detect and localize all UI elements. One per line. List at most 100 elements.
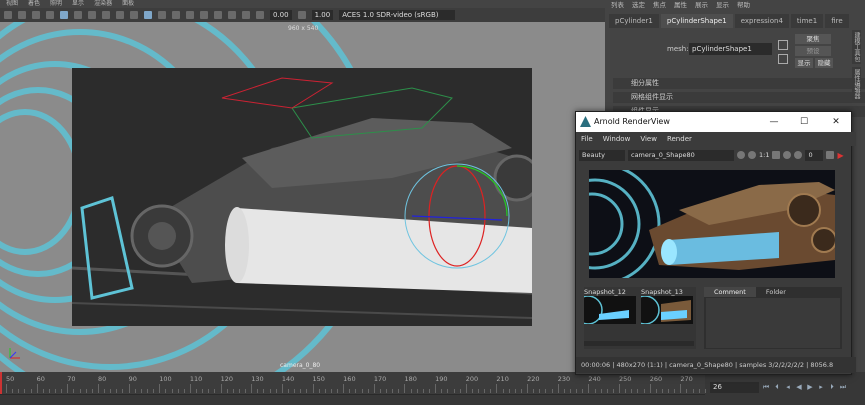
- ae-menu-attributes[interactable]: 属性: [674, 0, 687, 10]
- step-back-key-icon[interactable]: ⏴: [773, 382, 781, 392]
- ae-menu-list[interactable]: 列表: [611, 0, 624, 10]
- color-picker-icon[interactable]: [783, 151, 792, 159]
- section-subdivision[interactable]: 细分属性: [613, 78, 865, 89]
- viewport[interactable]: 960 x 540 camera_0_80: [0, 22, 605, 372]
- tab-pcylindershape1[interactable]: pCylinderShape1: [660, 14, 733, 28]
- bookmark-icon[interactable]: [32, 11, 40, 19]
- resolution-label: 960 x 540: [288, 25, 319, 32]
- timeline-tick: [619, 384, 621, 393]
- ae-menu-focus[interactable]: 焦点: [653, 0, 666, 10]
- snapshot-item[interactable]: Snapshot_13: [641, 287, 694, 339]
- xray-icon[interactable]: [242, 11, 250, 19]
- vtab-attribute-editor[interactable]: 属性编辑器: [852, 67, 861, 101]
- section-mesh-component-display[interactable]: 网格组件显示: [613, 92, 865, 103]
- color-space-select[interactable]: ACES 1.0 SDR-video (sRGB): [339, 10, 456, 20]
- lut-icon[interactable]: [794, 151, 803, 159]
- menu-show[interactable]: 显示: [72, 0, 84, 8]
- step-back-frame-icon[interactable]: ◂: [784, 382, 792, 392]
- camera-attributes-icon[interactable]: [18, 11, 26, 19]
- timeline-tick: [606, 389, 608, 393]
- load-selected-icon[interactable]: [778, 40, 788, 50]
- playhead[interactable]: [0, 372, 2, 394]
- grid-icon[interactable]: [60, 11, 68, 19]
- menu-lighting[interactable]: 照明: [50, 0, 62, 8]
- close-icon[interactable]: ✕: [826, 112, 846, 132]
- ae-menu-selected[interactable]: 选定: [632, 0, 645, 10]
- menu-view[interactable]: 视图: [6, 0, 18, 8]
- render-image[interactable]: [589, 170, 835, 278]
- arnold-menu-file[interactable]: File: [581, 132, 593, 146]
- timeline-tick-label: 200: [465, 375, 479, 383]
- arnold-title-bar[interactable]: Arnold RenderView — ☐ ✕: [576, 112, 851, 132]
- field-chart-icon[interactable]: [116, 11, 124, 19]
- wireframe-icon[interactable]: [144, 11, 152, 19]
- camera-select-icon[interactable]: [4, 11, 12, 19]
- tab-fire[interactable]: fire: [825, 14, 849, 28]
- go-to-end-icon[interactable]: ⏭: [839, 382, 847, 392]
- resolution-gate-icon[interactable]: [88, 11, 96, 19]
- timeline-tick: [361, 389, 363, 393]
- tab-comment[interactable]: Comment: [704, 287, 756, 297]
- tab-time1[interactable]: time1: [790, 14, 824, 28]
- ae-menu-show[interactable]: 显示: [716, 0, 729, 10]
- ratio-label[interactable]: 1:1: [759, 151, 769, 159]
- preset-button[interactable]: 预设: [795, 46, 831, 56]
- vtab-modeling-toolkit[interactable]: 建模工具包: [852, 30, 861, 64]
- render-play-icon[interactable]: ▶: [837, 151, 843, 160]
- ae-menu-help[interactable]: 帮助: [737, 0, 750, 10]
- maximize-icon[interactable]: ☐: [794, 112, 814, 132]
- ambient-occlusion-icon[interactable]: [214, 11, 222, 19]
- film-gate-icon[interactable]: [74, 11, 82, 19]
- timeline-tick: [686, 389, 688, 393]
- snapshot-item[interactable]: Snapshot_12: [584, 287, 637, 339]
- hide-button[interactable]: 隐藏: [815, 58, 833, 68]
- channel-rgb-icon[interactable]: [737, 151, 745, 159]
- tab-pcylinder1[interactable]: pCylinder1: [609, 14, 659, 28]
- snapshots-scrollbar[interactable]: [584, 341, 694, 346]
- minimize-icon[interactable]: —: [764, 112, 784, 132]
- smooth-shade-icon[interactable]: [158, 11, 166, 19]
- menu-panels[interactable]: 面板: [122, 0, 134, 8]
- safe-action-icon[interactable]: [130, 11, 138, 19]
- tab-expression4[interactable]: expression4: [734, 14, 789, 28]
- gamma-field[interactable]: 1.00: [311, 10, 334, 20]
- show-button[interactable]: 显示: [795, 58, 813, 68]
- isolate-select-icon[interactable]: [228, 11, 236, 19]
- arnold-menu-window[interactable]: Window: [603, 132, 631, 146]
- timeline-tick: [171, 389, 173, 393]
- exposure-field[interactable]: 0: [805, 149, 824, 161]
- tab-folder[interactable]: Folder: [756, 287, 796, 297]
- ae-menu-display[interactable]: 展示: [695, 0, 708, 10]
- timeline-tick: [281, 384, 283, 393]
- play-backward-icon[interactable]: ◀: [795, 382, 803, 392]
- timeline-tick: [36, 384, 38, 393]
- comment-input[interactable]: [706, 298, 840, 348]
- pause-icon[interactable]: [826, 151, 835, 159]
- lights-icon[interactable]: [186, 11, 194, 19]
- gate-mask-icon[interactable]: [102, 11, 110, 19]
- current-frame-field[interactable]: 26: [710, 382, 759, 393]
- menu-shading[interactable]: 着色: [28, 0, 40, 8]
- shadows-icon[interactable]: [200, 11, 208, 19]
- textured-icon[interactable]: [172, 11, 180, 19]
- play-forward-icon[interactable]: ▶: [806, 382, 814, 392]
- camera-select[interactable]: camera_0_Shape80: [628, 149, 734, 161]
- channel-alpha-icon[interactable]: [748, 151, 756, 159]
- exposure-field[interactable]: 0.00: [270, 10, 292, 20]
- timeline-tick: [153, 389, 155, 393]
- step-forward-frame-icon[interactable]: ▸: [817, 382, 825, 392]
- go-to-start-icon[interactable]: ⏮: [762, 382, 770, 392]
- mesh-name-field[interactable]: pCylinderShape1: [689, 43, 772, 55]
- crop-region-icon[interactable]: [772, 151, 781, 159]
- menu-renderer[interactable]: 渲染器: [94, 0, 112, 8]
- time-slider[interactable]: 50 60 70 80 90 100 110 120 130 140 150 160 170 180 190…: [0, 372, 706, 395]
- timeline-tick-label: 130: [251, 375, 264, 383]
- arnold-menu-view[interactable]: View: [640, 132, 657, 146]
- focus-button[interactable]: 聚焦: [795, 34, 831, 44]
- copy-tab-icon[interactable]: [778, 54, 788, 64]
- image-plane-icon[interactable]: [46, 11, 54, 19]
- aov-select[interactable]: Beauty: [579, 149, 625, 161]
- arnold-menu-render[interactable]: Render: [667, 132, 692, 146]
- arnold-renderview-window[interactable]: Arnold RenderView — ☐ ✕ File Window View…: [575, 111, 856, 375]
- step-forward-key-icon[interactable]: ⏵: [828, 382, 836, 392]
